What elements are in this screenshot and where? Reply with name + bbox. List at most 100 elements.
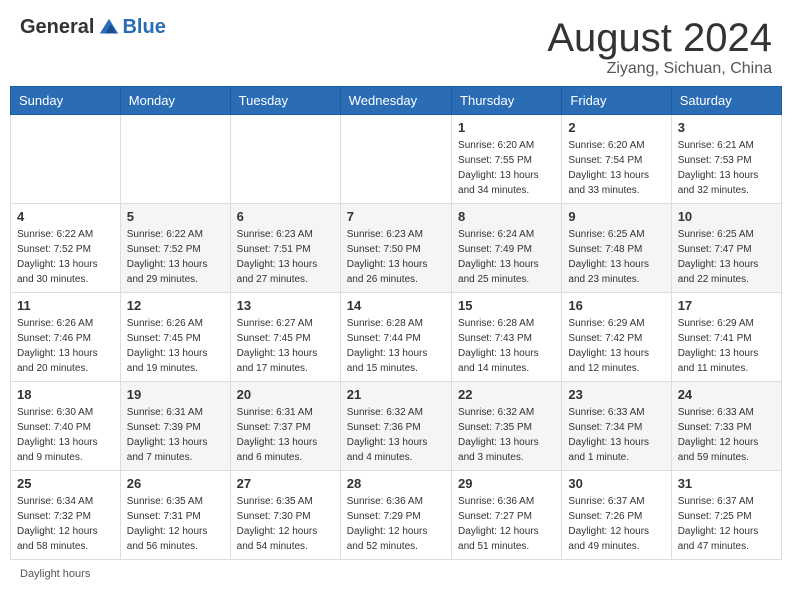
calendar-cell <box>230 115 340 204</box>
calendar-week-row: 18 Sunrise: 6:30 AM Sunset: 7:40 PM Dayli… <box>11 382 782 471</box>
day-number: 20 <box>237 387 334 402</box>
day-info: Sunrise: 6:24 AM Sunset: 7:49 PM Dayligh… <box>458 227 555 287</box>
day-number: 1 <box>458 120 555 135</box>
day-number: 21 <box>347 387 445 402</box>
calendar-cell: 29 Sunrise: 6:36 AM Sunset: 7:27 PM Dayli… <box>452 471 562 560</box>
day-number: 22 <box>458 387 555 402</box>
title-block: August 2024 Ziyang, Sichuan, China <box>547 16 772 78</box>
day-number: 17 <box>678 298 775 313</box>
day-info: Sunrise: 6:35 AM Sunset: 7:30 PM Dayligh… <box>237 494 334 554</box>
calendar-week-row: 1 Sunrise: 6:20 AM Sunset: 7:55 PM Daylig… <box>11 115 782 204</box>
calendar-cell: 8Sunrise: 6:24 AM Sunset: 7:49 PM Daylig… <box>452 204 562 293</box>
calendar-cell: 18 Sunrise: 6:30 AM Sunset: 7:40 PM Dayli… <box>11 382 121 471</box>
logo: General Blue <box>20 16 166 39</box>
calendar-header-row: SundayMondayTuesdayWednesdayThursdayFrid… <box>11 87 782 115</box>
calendar-cell: 19Sunrise: 6:31 AM Sunset: 7:39 PM Dayli… <box>120 382 230 471</box>
day-number: 26 <box>127 476 224 491</box>
day-number: 5 <box>127 209 224 224</box>
day-number: 9 <box>568 209 664 224</box>
calendar-cell: 3 Sunrise: 6:21 AM Sunset: 7:53 PM Daylig… <box>671 115 781 204</box>
calendar-cell: 12Sunrise: 6:26 AM Sunset: 7:45 PM Dayli… <box>120 293 230 382</box>
day-number: 27 <box>237 476 334 491</box>
day-number: 7 <box>347 209 445 224</box>
calendar-cell: 9 Sunrise: 6:25 AM Sunset: 7:48 PM Daylig… <box>562 204 671 293</box>
day-number: 3 <box>678 120 775 135</box>
calendar-cell: 16Sunrise: 6:29 AM Sunset: 7:42 PM Dayli… <box>562 293 671 382</box>
calendar-cell: 11Sunrise: 6:26 AM Sunset: 7:46 PM Dayli… <box>11 293 121 382</box>
day-info: Sunrise: 6:23 AM Sunset: 7:50 PM Dayligh… <box>347 227 445 287</box>
footer: Daylight hours <box>0 560 792 588</box>
day-info: Sunrise: 6:36 AM Sunset: 7:29 PM Dayligh… <box>347 494 445 554</box>
day-info: Sunrise: 6:25 AM Sunset: 7:48 PM Dayligh… <box>568 227 664 287</box>
calendar-cell: 13Sunrise: 6:27 AM Sunset: 7:45 PM Dayli… <box>230 293 340 382</box>
day-info: Sunrise: 6:29 AM Sunset: 7:41 PM Dayligh… <box>678 316 775 376</box>
day-info: Sunrise: 6:28 AM Sunset: 7:43 PM Dayligh… <box>458 316 555 376</box>
calendar-cell <box>11 115 121 204</box>
calendar-table: SundayMondayTuesdayWednesdayThursdayFrid… <box>10 86 782 560</box>
day-info: Sunrise: 6:29 AM Sunset: 7:42 PM Dayligh… <box>568 316 664 376</box>
day-number: 18 <box>17 387 114 402</box>
page-header: General Blue August 2024 Ziyang, Sichuan… <box>0 0 792 86</box>
day-number: 11 <box>17 298 114 313</box>
calendar-cell: 26Sunrise: 6:35 AM Sunset: 7:31 PM Dayli… <box>120 471 230 560</box>
calendar-cell: 7 Sunrise: 6:23 AM Sunset: 7:50 PM Daylig… <box>340 204 451 293</box>
day-info: Sunrise: 6:20 AM Sunset: 7:54 PM Dayligh… <box>568 138 664 198</box>
day-info: Sunrise: 6:37 AM Sunset: 7:25 PM Dayligh… <box>678 494 775 554</box>
calendar-cell: 10 Sunrise: 6:25 AM Sunset: 7:47 PM Dayli… <box>671 204 781 293</box>
day-info: Sunrise: 6:32 AM Sunset: 7:36 PM Dayligh… <box>347 405 445 465</box>
calendar-cell: 6 Sunrise: 6:23 AM Sunset: 7:51 PM Daylig… <box>230 204 340 293</box>
calendar-cell: 27 Sunrise: 6:35 AM Sunset: 7:30 PM Dayli… <box>230 471 340 560</box>
day-info: Sunrise: 6:32 AM Sunset: 7:35 PM Dayligh… <box>458 405 555 465</box>
day-number: 4 <box>17 209 114 224</box>
calendar-cell: 14 Sunrise: 6:28 AM Sunset: 7:44 PM Dayli… <box>340 293 451 382</box>
day-number: 12 <box>127 298 224 313</box>
day-info: Sunrise: 6:20 AM Sunset: 7:55 PM Dayligh… <box>458 138 555 198</box>
calendar-header-saturday: Saturday <box>671 87 781 115</box>
calendar-cell: 15 Sunrise: 6:28 AM Sunset: 7:43 PM Dayli… <box>452 293 562 382</box>
day-number: 2 <box>568 120 664 135</box>
day-info: Sunrise: 6:25 AM Sunset: 7:47 PM Dayligh… <box>678 227 775 287</box>
calendar-cell: 25Sunrise: 6:34 AM Sunset: 7:32 PM Dayli… <box>11 471 121 560</box>
calendar-cell: 24Sunrise: 6:33 AM Sunset: 7:33 PM Dayli… <box>671 382 781 471</box>
day-number: 29 <box>458 476 555 491</box>
calendar-cell <box>340 115 451 204</box>
day-number: 30 <box>568 476 664 491</box>
calendar-header-sunday: Sunday <box>11 87 121 115</box>
logo-general-text: General <box>20 16 94 39</box>
calendar-week-row: 4 Sunrise: 6:22 AM Sunset: 7:52 PM Daylig… <box>11 204 782 293</box>
day-number: 24 <box>678 387 775 402</box>
day-info: Sunrise: 6:27 AM Sunset: 7:45 PM Dayligh… <box>237 316 334 376</box>
logo-blue-text: Blue <box>122 16 165 39</box>
month-year-title: August 2024 <box>547 16 772 60</box>
day-info: Sunrise: 6:34 AM Sunset: 7:32 PM Dayligh… <box>17 494 114 554</box>
day-info: Sunrise: 6:31 AM Sunset: 7:37 PM Dayligh… <box>237 405 334 465</box>
calendar-cell: 23 Sunrise: 6:33 AM Sunset: 7:34 PM Dayli… <box>562 382 671 471</box>
day-info: Sunrise: 6:21 AM Sunset: 7:53 PM Dayligh… <box>678 138 775 198</box>
logo-icon <box>98 17 120 39</box>
calendar-header-tuesday: Tuesday <box>230 87 340 115</box>
calendar-header-monday: Monday <box>120 87 230 115</box>
day-number: 31 <box>678 476 775 491</box>
calendar-cell: 20 Sunrise: 6:31 AM Sunset: 7:37 PM Dayli… <box>230 382 340 471</box>
location-subtitle: Ziyang, Sichuan, China <box>547 60 772 78</box>
day-info: Sunrise: 6:30 AM Sunset: 7:40 PM Dayligh… <box>17 405 114 465</box>
calendar-cell <box>120 115 230 204</box>
calendar-cell: 30Sunrise: 6:37 AM Sunset: 7:26 PM Dayli… <box>562 471 671 560</box>
day-info: Sunrise: 6:22 AM Sunset: 7:52 PM Dayligh… <box>17 227 114 287</box>
day-info: Sunrise: 6:28 AM Sunset: 7:44 PM Dayligh… <box>347 316 445 376</box>
calendar-cell: 21 Sunrise: 6:32 AM Sunset: 7:36 PM Dayli… <box>340 382 451 471</box>
calendar-week-row: 11Sunrise: 6:26 AM Sunset: 7:46 PM Dayli… <box>11 293 782 382</box>
day-number: 10 <box>678 209 775 224</box>
calendar-cell: 2 Sunrise: 6:20 AM Sunset: 7:54 PM Daylig… <box>562 115 671 204</box>
day-number: 28 <box>347 476 445 491</box>
day-info: Sunrise: 6:33 AM Sunset: 7:34 PM Dayligh… <box>568 405 664 465</box>
day-info: Sunrise: 6:36 AM Sunset: 7:27 PM Dayligh… <box>458 494 555 554</box>
day-number: 14 <box>347 298 445 313</box>
daylight-hours-label: Daylight hours <box>20 568 90 580</box>
day-number: 23 <box>568 387 664 402</box>
day-number: 15 <box>458 298 555 313</box>
calendar-cell: 5Sunrise: 6:22 AM Sunset: 7:52 PM Daylig… <box>120 204 230 293</box>
day-info: Sunrise: 6:23 AM Sunset: 7:51 PM Dayligh… <box>237 227 334 287</box>
day-number: 6 <box>237 209 334 224</box>
calendar-week-row: 25Sunrise: 6:34 AM Sunset: 7:32 PM Dayli… <box>11 471 782 560</box>
